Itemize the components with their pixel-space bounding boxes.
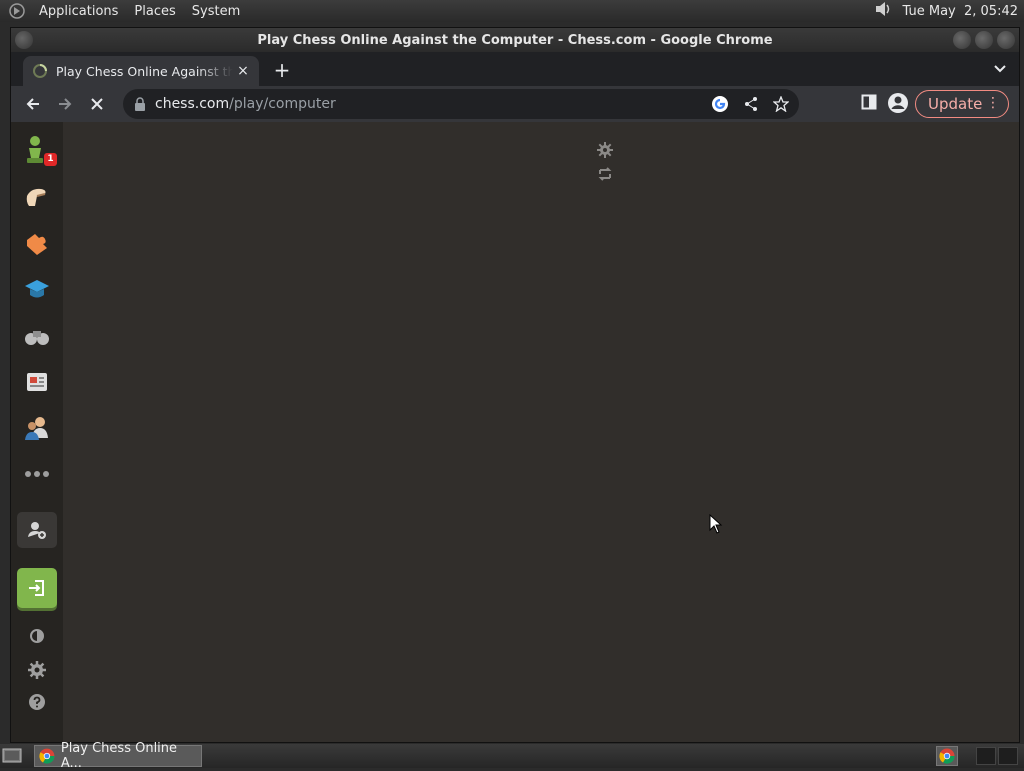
- forward-button[interactable]: [51, 90, 79, 118]
- window-title: Play Chess Online Against the Computer -…: [257, 32, 773, 48]
- new-tab-button[interactable]: +: [271, 60, 293, 82]
- puzzle-piece-icon: [27, 234, 47, 255]
- window-titlebar[interactable]: Play Chess Online Against the Computer -…: [11, 28, 1019, 52]
- tab-strip: Play Chess Online Against the Computer -…: [11, 52, 1019, 86]
- bookmark-star-icon[interactable]: [773, 96, 789, 112]
- social-people-icon: [25, 417, 48, 440]
- notification-badge: 1: [44, 153, 57, 166]
- add-user-icon: [28, 522, 46, 539]
- settings-button[interactable]: [19, 652, 55, 688]
- newspaper-icon: [27, 373, 47, 391]
- log-in-button[interactable]: [17, 568, 57, 608]
- forward-arrow-icon: [59, 98, 72, 110]
- url-text[interactable]: chess.com/play/computer: [155, 96, 336, 112]
- update-label: Update: [928, 95, 983, 113]
- loading-spinner-icon: [33, 64, 47, 78]
- login-arrow-icon: [29, 580, 44, 596]
- binoculars-icon: [25, 331, 49, 345]
- sidebar-item-watch[interactable]: [19, 318, 55, 354]
- gnome-foot-icon[interactable]: [6, 0, 28, 22]
- workspace-1[interactable]: [976, 747, 996, 765]
- gnome-top-panel: Applications Places System Tue May 2, 05…: [0, 0, 1024, 22]
- chrome-menu-icon[interactable]: ⋮: [986, 95, 1000, 111]
- side-panel-icon[interactable]: [861, 94, 877, 110]
- browser-toolbar: chess.com/play/computer Update ⋮: [11, 86, 1019, 122]
- contrast-icon: [30, 629, 44, 643]
- board-settings-gear-icon[interactable]: [597, 142, 613, 158]
- update-button[interactable]: Update ⋮: [915, 90, 1009, 118]
- close-window-button[interactable]: [997, 31, 1015, 49]
- share-icon[interactable]: [743, 96, 759, 112]
- sidebar-item-news[interactable]: [19, 364, 55, 400]
- minimize-button[interactable]: [953, 31, 971, 49]
- taskbar-item-label: Play Chess Online A...: [60, 741, 178, 771]
- graduation-cap-icon: [25, 280, 49, 298]
- chrome-window: Play Chess Online Against the Computer -…: [10, 27, 1020, 743]
- tab-chess[interactable]: Play Chess Online Against the Computer -…: [23, 56, 259, 86]
- tab-search-chevron-icon[interactable]: [993, 62, 1007, 76]
- places-menu[interactable]: Places: [129, 4, 180, 19]
- maximize-button[interactable]: [975, 31, 993, 49]
- stop-x-icon: [91, 98, 103, 110]
- show-desktop-icon[interactable]: [2, 747, 22, 765]
- chesscom-sidebar: 1: [11, 122, 63, 742]
- sidebar-item-puzzles[interactable]: [19, 180, 55, 216]
- sidebar-item-play[interactable]: 1: [19, 132, 57, 168]
- back-arrow-icon: [26, 98, 39, 110]
- board-controls: [597, 142, 613, 182]
- puzzle-hand-icon: [26, 188, 46, 206]
- sign-up-button[interactable]: [17, 512, 57, 548]
- clock[interactable]: Tue May 2, 05:42: [903, 4, 1018, 19]
- gnome-bottom-panel: Play Chess Online A...: [0, 741, 1024, 771]
- taskbar-chrome-window[interactable]: Play Chess Online A...: [34, 741, 202, 771]
- sidebar-item-learn[interactable]: [19, 226, 55, 262]
- more-dots-icon: [25, 471, 49, 477]
- chrome-tray-icon: [939, 748, 955, 764]
- help-question-icon: [29, 694, 45, 710]
- gear-icon: [28, 661, 46, 679]
- mouse-cursor-icon: [709, 514, 723, 534]
- profile-avatar-icon[interactable]: [887, 92, 909, 114]
- stop-button[interactable]: [83, 90, 111, 118]
- tab-close-icon[interactable]: ×: [233, 63, 253, 79]
- theme-toggle[interactable]: [19, 618, 55, 654]
- page-content: 1: [11, 122, 1019, 742]
- system-menu[interactable]: System: [187, 4, 245, 19]
- tray-chrome-button[interactable]: [936, 746, 958, 766]
- lock-icon[interactable]: [133, 97, 147, 111]
- google-lens-icon[interactable]: [711, 95, 729, 113]
- volume-icon[interactable]: [873, 0, 893, 22]
- help-button[interactable]: [19, 684, 55, 720]
- address-bar[interactable]: chess.com/play/computer: [123, 89, 799, 119]
- sidebar-item-more[interactable]: [19, 456, 55, 492]
- window-menu-button[interactable]: [15, 31, 33, 49]
- tab-title: Play Chess Online Against the Computer -…: [56, 63, 233, 79]
- flip-board-icon[interactable]: [597, 166, 613, 182]
- chrome-icon: [39, 748, 55, 764]
- workspace-2[interactable]: [998, 747, 1018, 765]
- back-button[interactable]: [19, 90, 47, 118]
- sidebar-item-social[interactable]: [19, 410, 55, 446]
- sidebar-item-lessons[interactable]: [19, 272, 55, 308]
- applications-menu[interactable]: Applications: [34, 4, 123, 19]
- workspace-switcher[interactable]: [976, 747, 1018, 765]
